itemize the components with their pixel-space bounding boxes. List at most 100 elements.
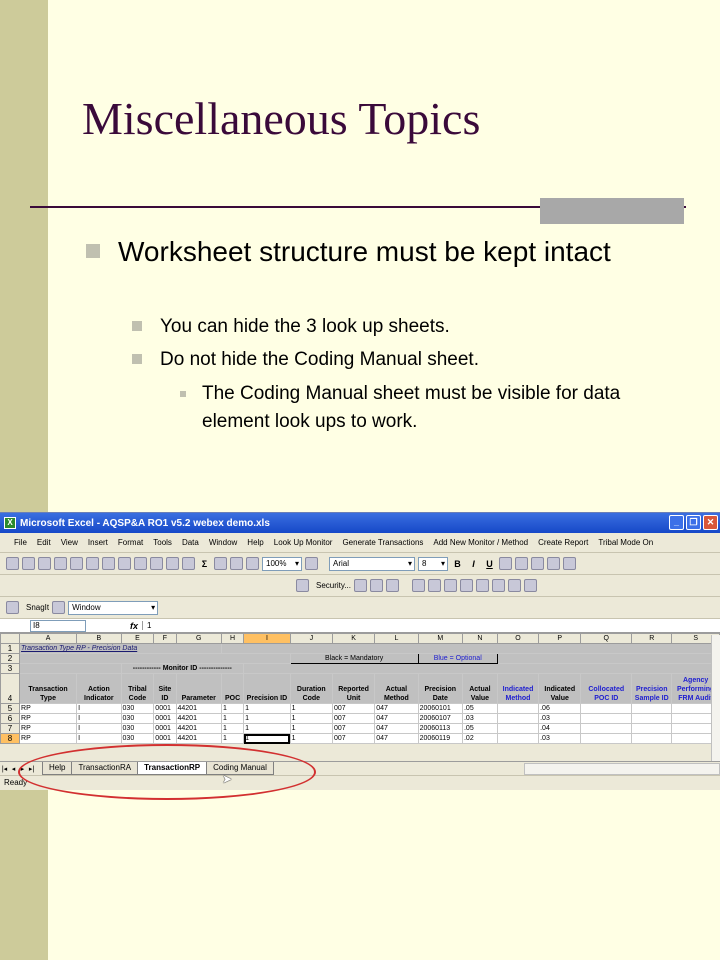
preview-icon[interactable] xyxy=(70,557,83,570)
row-header[interactable]: 8 xyxy=(0,733,21,744)
tab-help[interactable]: Help xyxy=(42,762,73,775)
header-cell[interactable]: Actual Value xyxy=(461,673,498,704)
header-cell[interactable]: POC xyxy=(220,673,245,704)
help-icon[interactable] xyxy=(305,557,318,570)
table-cell[interactable] xyxy=(580,713,633,724)
column-header[interactable]: M xyxy=(417,633,463,644)
select-all-corner[interactable] xyxy=(0,633,21,644)
minimize-button[interactable]: _ xyxy=(669,515,684,530)
table-cell[interactable]: 007 xyxy=(331,733,376,744)
table-cell[interactable] xyxy=(631,723,673,734)
column-header[interactable]: Q xyxy=(580,633,633,644)
drawing-icon[interactable] xyxy=(246,557,259,570)
snagit-window-select[interactable]: Window xyxy=(68,600,159,615)
menu-create-report[interactable]: Create Report xyxy=(538,538,588,547)
column-header[interactable]: O xyxy=(496,633,540,644)
empty-cell[interactable] xyxy=(496,653,720,664)
formula-input[interactable]: 1 xyxy=(142,621,720,630)
font-size-select[interactable]: 8 xyxy=(418,556,448,571)
header-cell[interactable]: Parameter xyxy=(175,673,222,704)
table-cell[interactable]: 1 xyxy=(243,703,291,714)
table-cell[interactable]: 20060107 xyxy=(417,713,463,724)
form-combo-icon[interactable] xyxy=(491,579,505,592)
row-header[interactable]: 6 xyxy=(0,713,21,724)
header-cell[interactable]: Site ID xyxy=(153,673,177,704)
menu-generate-transactions[interactable]: Generate Transactions xyxy=(342,538,423,547)
table-cell[interactable]: 030 xyxy=(120,723,155,734)
macro-icon[interactable] xyxy=(353,579,367,592)
horizontal-scrollbar[interactable] xyxy=(523,762,720,775)
header-cell[interactable]: Action Indicator xyxy=(76,673,122,704)
table-cell[interactable]: 047 xyxy=(374,733,419,744)
table-cell[interactable]: 20060113 xyxy=(417,723,463,734)
autosum-icon[interactable]: Σ xyxy=(198,559,211,569)
table-cell[interactable]: .03 xyxy=(538,713,582,724)
last-sheet-icon[interactable]: ▸| xyxy=(27,765,36,773)
table-cell[interactable] xyxy=(631,733,673,744)
form-button-icon[interactable] xyxy=(427,579,441,592)
header-cell[interactable]: Actual Method xyxy=(374,673,419,704)
print-icon[interactable] xyxy=(54,557,67,570)
table-cell[interactable]: 1 xyxy=(289,713,333,724)
table-cell[interactable]: 1 xyxy=(220,723,245,734)
menu-tribal-mode-on[interactable]: Tribal Mode On xyxy=(598,538,653,547)
table-cell[interactable]: I xyxy=(76,733,122,744)
table-cell[interactable]: .04 xyxy=(538,723,582,734)
snagit-button[interactable]: SnagIt xyxy=(26,603,49,612)
header-cell[interactable]: Indicated Value xyxy=(538,673,582,704)
table-cell[interactable]: 030 xyxy=(120,713,155,724)
menu-look-up-monitor[interactable]: Look Up Monitor xyxy=(274,538,333,547)
table-cell[interactable]: 20060119 xyxy=(417,733,463,744)
table-cell[interactable]: 030 xyxy=(120,733,155,744)
align-left-icon[interactable] xyxy=(499,557,512,570)
table-cell[interactable]: 047 xyxy=(374,713,419,724)
header-cell[interactable]: Collocated POC ID xyxy=(580,673,633,704)
visual-basic-icon[interactable] xyxy=(385,579,399,592)
column-header[interactable]: L xyxy=(374,633,419,644)
cut-icon[interactable] xyxy=(102,557,115,570)
table-cell[interactable]: I xyxy=(76,713,122,724)
header-cell[interactable]: Indicated Method xyxy=(496,673,540,704)
font-select[interactable]: Arial xyxy=(329,556,415,571)
table-cell[interactable]: 047 xyxy=(374,703,419,714)
table-cell[interactable]: .02 xyxy=(461,733,498,744)
row-header[interactable]: 4 xyxy=(0,673,21,704)
align-right-icon[interactable] xyxy=(531,557,544,570)
table-cell[interactable]: 007 xyxy=(331,713,376,724)
security-icon[interactable] xyxy=(296,579,309,592)
table-cell[interactable]: .05 xyxy=(461,723,498,734)
table-cell[interactable]: 44201 xyxy=(175,713,222,724)
header-cell[interactable]: Duration Code xyxy=(289,673,333,704)
table-cell[interactable]: 030 xyxy=(120,703,155,714)
form-checkbox-icon[interactable] xyxy=(443,579,457,592)
table-cell[interactable]: 007 xyxy=(331,703,376,714)
table-cell[interactable] xyxy=(631,703,673,714)
tab-coding-manual[interactable]: Coding Manual xyxy=(206,762,274,775)
spell-check-icon[interactable] xyxy=(86,557,99,570)
sheet-title-cell[interactable]: Transaction Type RP - Precision Data xyxy=(19,643,222,654)
table-cell[interactable]: 0001 xyxy=(153,733,177,744)
header-cell[interactable]: Transaction Type xyxy=(19,673,78,704)
row-header[interactable]: 3 xyxy=(0,663,21,674)
tab-transaction-ra[interactable]: TransactionRA xyxy=(71,762,139,775)
paste-icon[interactable] xyxy=(134,557,147,570)
column-header-selected[interactable]: I xyxy=(243,633,291,644)
table-cell[interactable]: 1 xyxy=(289,733,333,744)
menu-window[interactable]: Window xyxy=(209,538,237,547)
open-icon[interactable] xyxy=(22,557,35,570)
table-cell[interactable]: 1 xyxy=(220,733,245,744)
table-cell[interactable]: 1 xyxy=(289,703,333,714)
redo-icon[interactable] xyxy=(166,557,179,570)
menu-add-new-monitor[interactable]: Add New Monitor / Method xyxy=(433,538,528,547)
sort-ascending-icon[interactable] xyxy=(214,557,227,570)
table-cell[interactable]: 007 xyxy=(331,723,376,734)
table-cell[interactable]: .03 xyxy=(461,713,498,724)
empty-cell[interactable] xyxy=(220,643,720,654)
table-cell[interactable]: .03 xyxy=(538,733,582,744)
column-header[interactable]: K xyxy=(331,633,376,644)
italic-icon[interactable]: I xyxy=(467,559,480,569)
new-icon[interactable] xyxy=(6,557,19,570)
table-cell[interactable] xyxy=(580,733,633,744)
table-cell[interactable]: 1 xyxy=(243,723,291,734)
snagit-icon[interactable] xyxy=(6,601,19,614)
